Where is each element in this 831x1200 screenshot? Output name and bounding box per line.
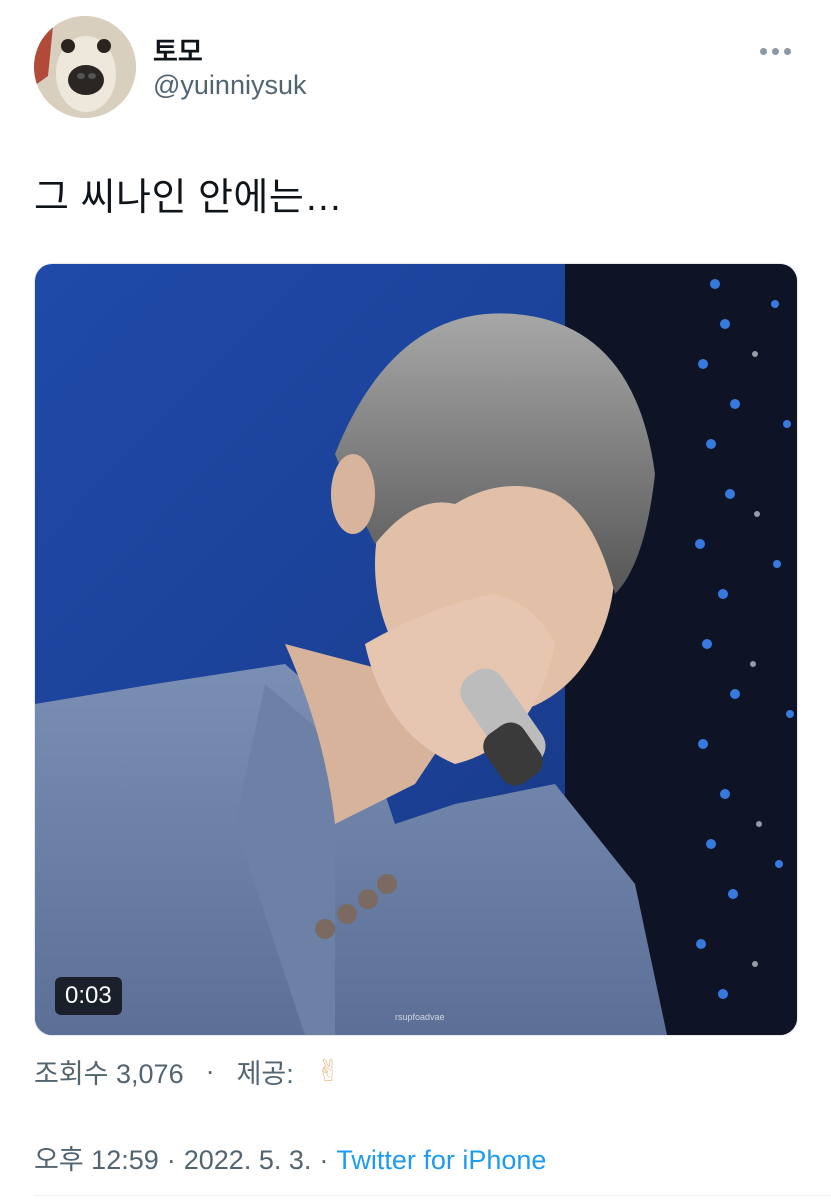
victory-hand-icon[interactable]: ✌ [316, 1054, 341, 1089]
tweet-time[interactable]: 오후 12:59 [34, 1145, 159, 1175]
tweet-date[interactable]: 2022. 5. 3. [184, 1145, 312, 1175]
more-dot [760, 47, 767, 55]
provided-by-label: 제공: [236, 1059, 294, 1089]
separator-dot: · [166, 1145, 176, 1175]
tweet-text: 그 씨나인 안에는… [34, 177, 343, 219]
avatar[interactable] [34, 16, 136, 118]
more-dot [784, 47, 791, 55]
more-dot [772, 47, 779, 55]
video-frame: rsupfoadvae [35, 264, 797, 1035]
separator-dot: · [205, 1056, 215, 1086]
divider [34, 1195, 831, 1196]
more-options-icon[interactable] [760, 44, 800, 58]
tweet-source-link[interactable]: Twitter for iPhone [336, 1145, 546, 1175]
author-display-name[interactable]: 토모 [153, 30, 203, 69]
separator-dot: · [319, 1145, 329, 1175]
tweet-metadata: 오후 12:59 · 2022. 5. 3. · Twitter for iPhone [34, 1138, 546, 1177]
view-count: 조회수 3,076 [34, 1059, 184, 1089]
video-player[interactable]: rsupfoadvae 0:03 [34, 263, 798, 1036]
dog-avatar-image [34, 16, 136, 118]
video-duration-badge: 0:03 [55, 977, 122, 1015]
video-watermark: rsupfoadvae [395, 1012, 445, 1022]
author-handle[interactable]: @yuinniysuk [153, 70, 306, 101]
views-row: 조회수 3,076 · 제공: ✌ [34, 1052, 341, 1091]
